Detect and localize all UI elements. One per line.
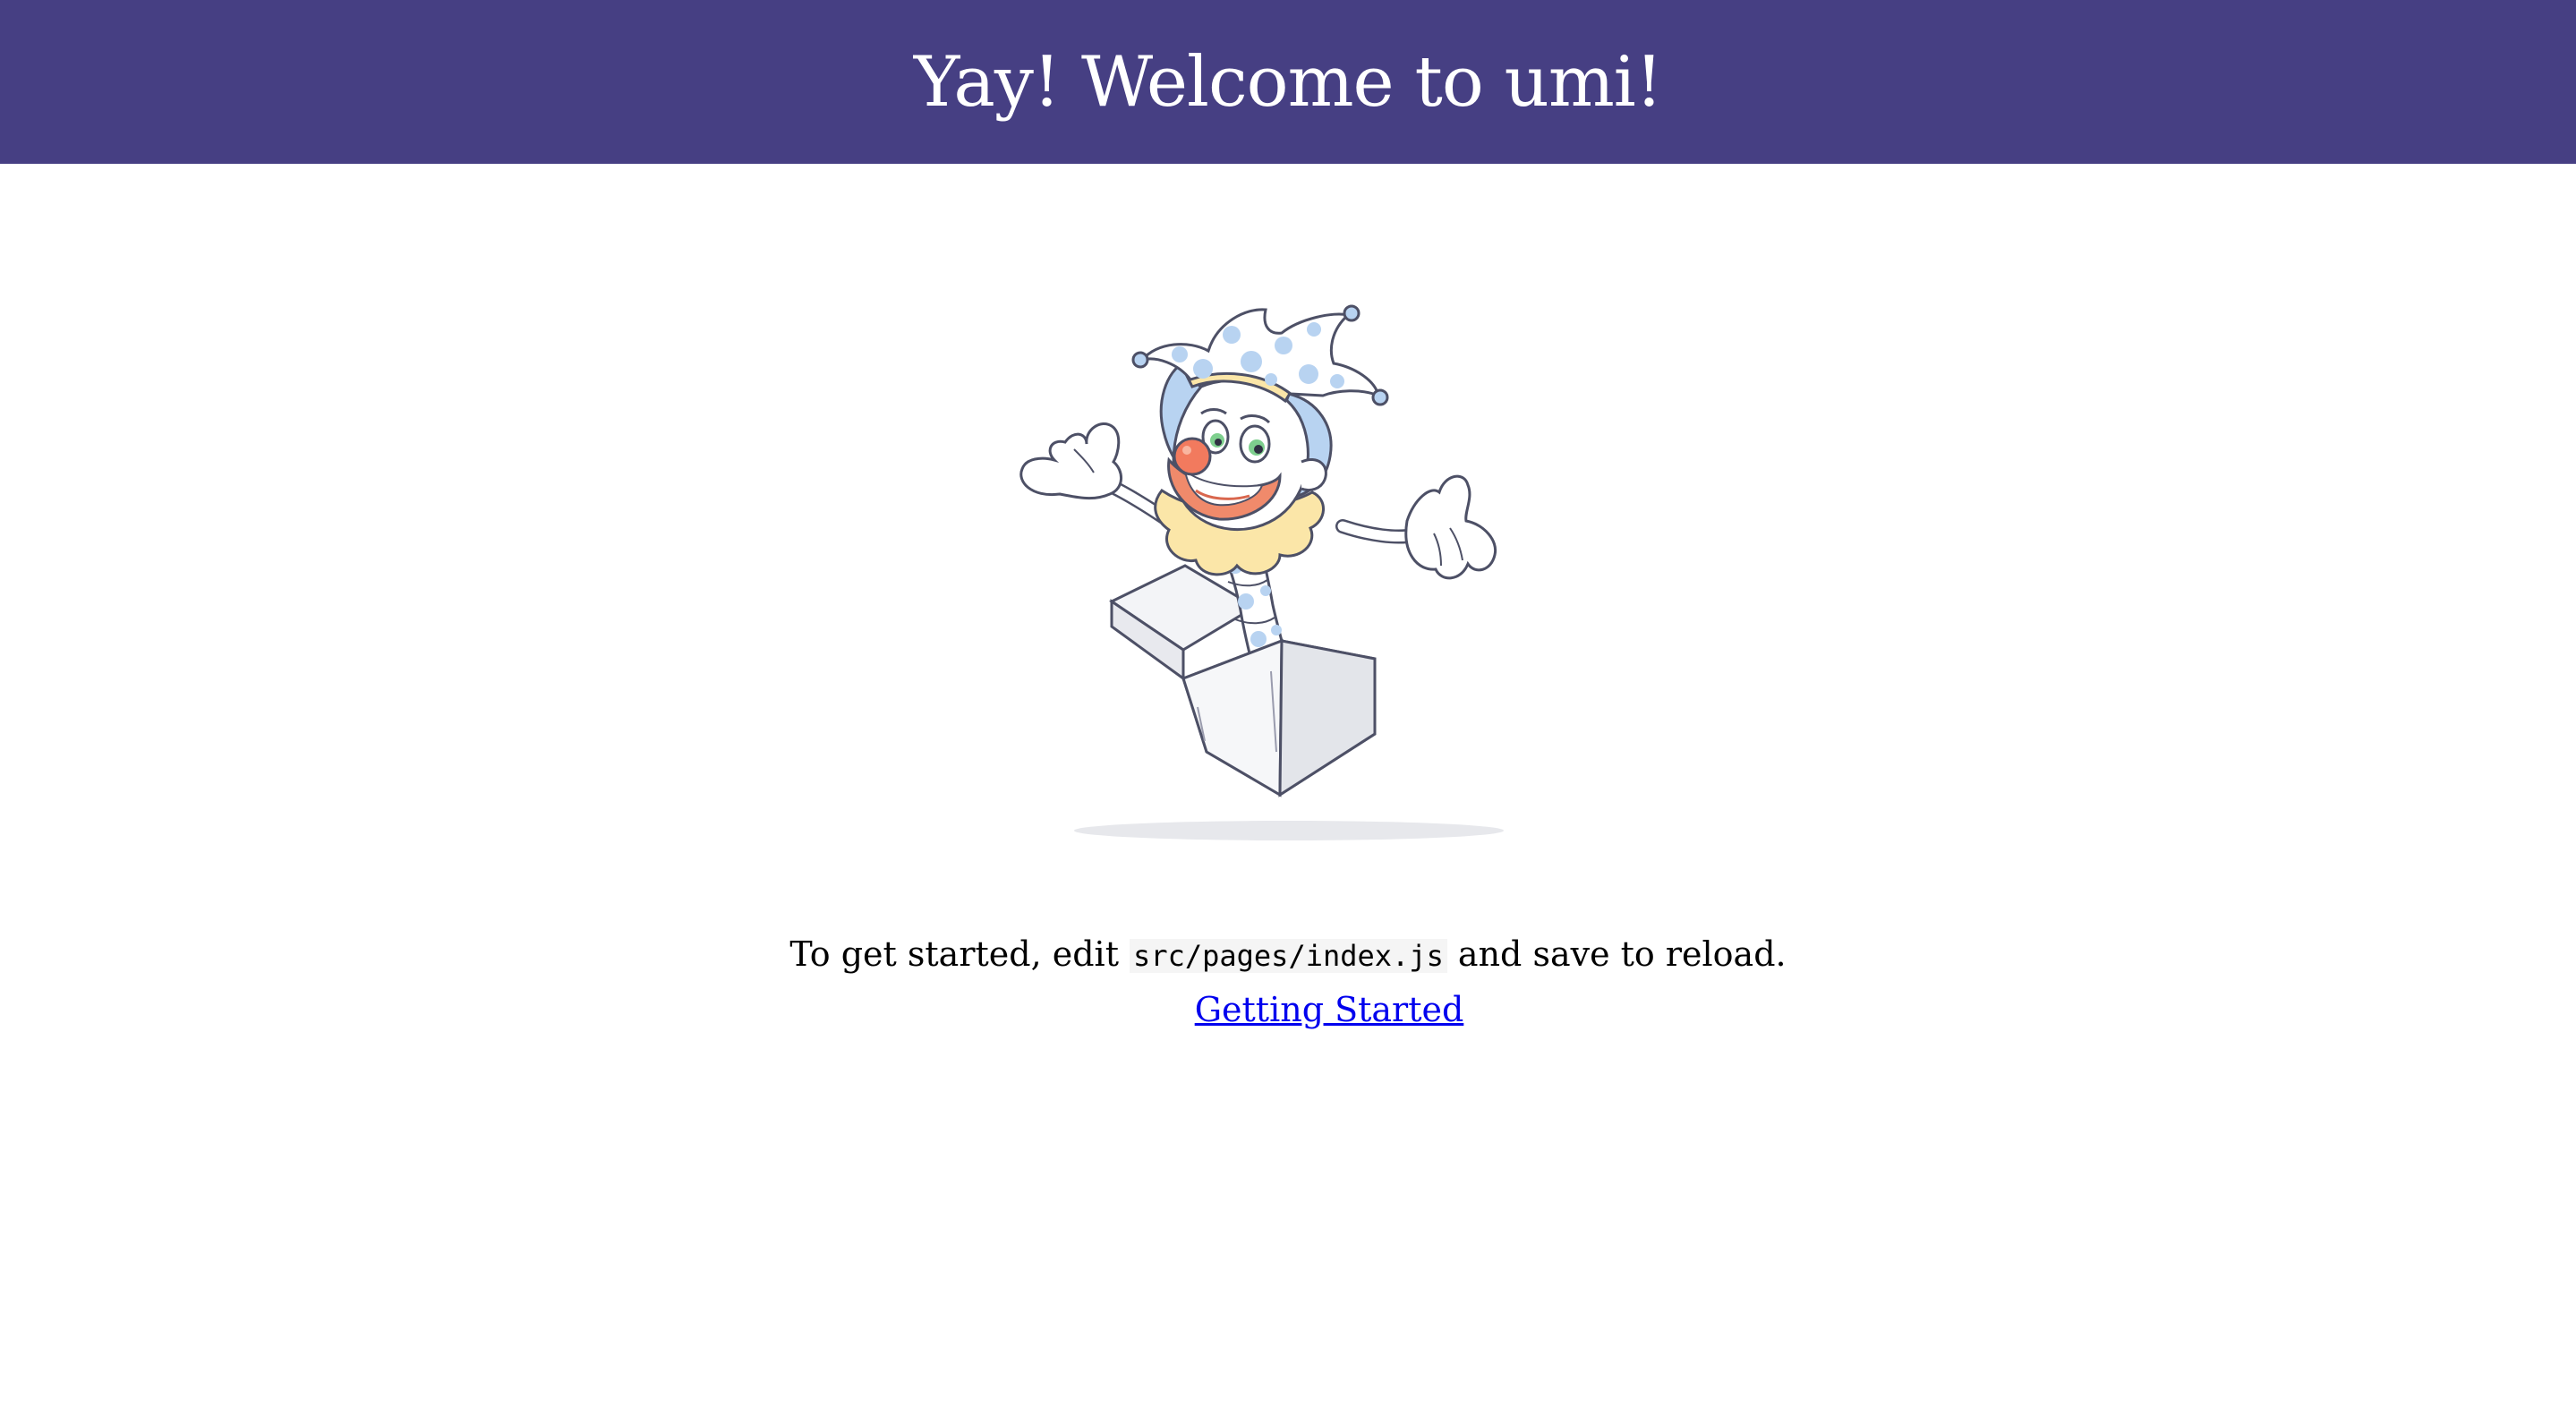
link-line: Getting Started — [82, 983, 2576, 1036]
intro-section: To get started, edit src/pages/index.js … — [0, 927, 2576, 1036]
intro-text-before: To get started, edit — [789, 934, 1130, 974]
getting-started-link[interactable]: Getting Started — [1195, 990, 1464, 1029]
jester-in-box-illustration — [967, 286, 1540, 859]
intro-text: To get started, edit src/pages/index.js … — [0, 927, 2576, 983]
intro-text-after: and save to reload. — [1446, 934, 1787, 974]
page-title: Yay! Welcome to umi! — [913, 41, 1663, 123]
page-header: Yay! Welcome to umi! — [0, 0, 2576, 164]
code-path: src/pages/index.js — [1130, 939, 1447, 973]
